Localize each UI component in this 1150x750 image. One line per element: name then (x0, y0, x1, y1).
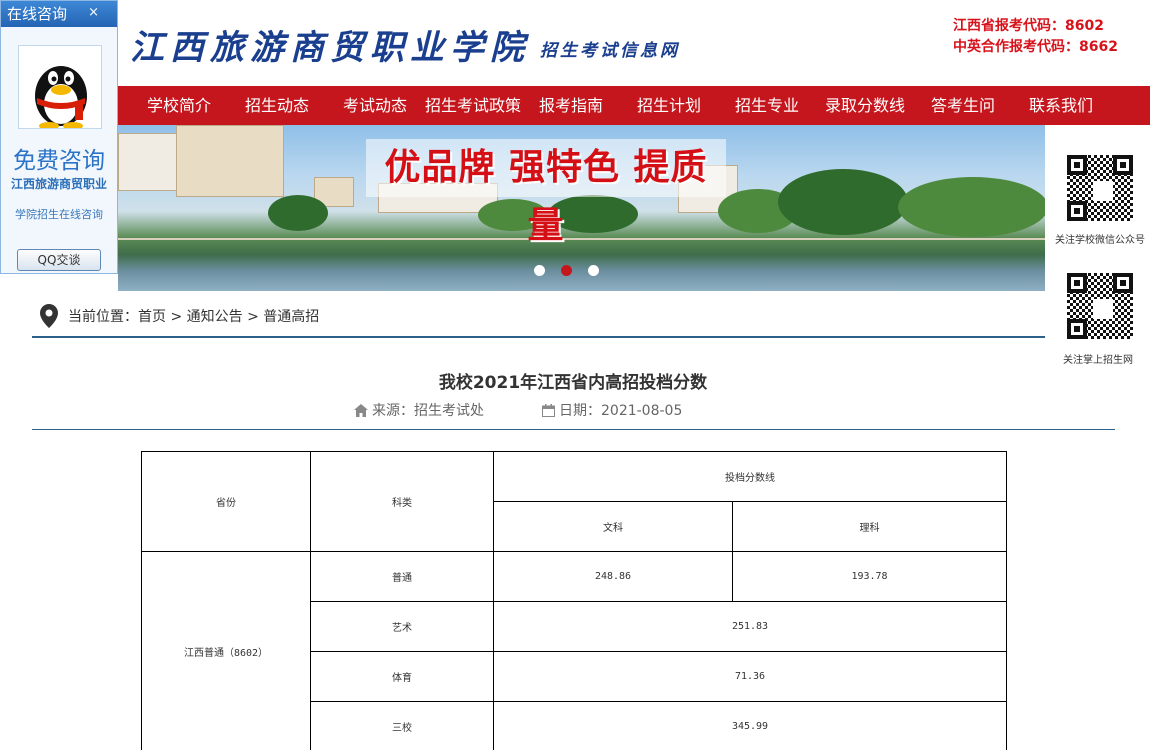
article-title: 我校2021年江西省内高招投档分数 (438, 373, 708, 393)
score-table: 省份 科类 投档分数线 文科 理科 江西普通（8602） 普通 248.86 1… (141, 451, 1007, 750)
nav-item-enroll-plan[interactable]: 招生计划 (637, 86, 701, 125)
article-source: 来源：招生考试处 (354, 400, 484, 420)
category-cell: 普通 (310, 551, 494, 602)
arts-score-cell: 248.86 (493, 551, 733, 602)
header-science: 理科 (732, 501, 1007, 552)
qr-finder (1067, 155, 1087, 175)
site-logo-subtitle: 招生考试信息网 (540, 41, 680, 61)
header-category: 科类 (310, 451, 494, 552)
main-nav: 学校简介 招生动态 考试动态 招生考试政策 报考指南 招生计划 招生专业 录取分… (118, 86, 1150, 125)
article-divider (32, 429, 1115, 430)
qr-finder (1067, 319, 1087, 339)
merged-score-cell: 251.83 (493, 601, 1007, 652)
tree-shape (778, 169, 908, 235)
slide-dot-1[interactable] (534, 265, 545, 276)
free-consult-heading: 免费咨询 (13, 148, 105, 174)
qr-finder (1067, 201, 1087, 221)
nav-item-admission-news[interactable]: 招生动态 (245, 86, 309, 125)
qr-center-logo (1093, 299, 1113, 319)
close-icon[interactable]: × (88, 0, 99, 26)
breadcrumb-text[interactable]: 当前位置：首页 > 通知公告 > 普通高招 (68, 306, 319, 326)
science-score-cell: 193.78 (732, 551, 1007, 602)
nav-item-cutoff-scores[interactable]: 录取分数线 (825, 86, 905, 125)
slide-dot-2[interactable] (561, 265, 572, 276)
province-cell: 江西普通（8602） (141, 551, 311, 750)
sino-british-code: 中英合作报考代码：8662 (953, 39, 1118, 55)
category-cell: 三校 (310, 701, 494, 750)
banner-slogan: 优品牌 强特色 提质量 (366, 139, 726, 246)
building-shape (176, 125, 284, 197)
location-pin-icon (40, 304, 58, 328)
wechat-qr-caption: 关注学校微信公众号 (1055, 235, 1145, 246)
building-shape (118, 133, 180, 191)
qq-penguin-icon (18, 45, 102, 129)
article-date: 日期：2021-08-05 (542, 400, 682, 420)
qq-panel-header: 在线咨询 × (1, 1, 117, 27)
qq-panel-title: 在线咨询 (7, 5, 68, 23)
article-source-text: 来源：招生考试处 (372, 403, 484, 419)
nav-item-majors[interactable]: 招生专业 (735, 86, 799, 125)
header-province: 省份 (141, 451, 311, 552)
campus-banner[interactable]: 优品牌 强特色 提质量 (118, 125, 1045, 291)
breadcrumb: 当前位置：首页 > 通知公告 > 普通高招 (32, 294, 1045, 338)
qq-consult-panel: 在线咨询 × 免费咨询 江西旅游商贸职业 学院招生在线咨询 QQ交谈 (0, 0, 118, 274)
nav-item-faq[interactable]: 答考生问 (931, 86, 995, 125)
merged-score-cell: 345.99 (493, 701, 1007, 750)
header-score-line: 投档分数线 (493, 451, 1007, 502)
wechat-qr-code (1064, 152, 1136, 224)
nav-item-exam-policy[interactable]: 招生考试政策 (425, 86, 521, 125)
home-icon (354, 404, 368, 417)
jiangxi-code: 江西省报考代码：8602 (953, 18, 1104, 34)
category-cell: 艺术 (310, 601, 494, 652)
qr-finder (1113, 155, 1133, 175)
nav-item-exam-news[interactable]: 考试动态 (343, 86, 407, 125)
site-header: 江西旅游商贸职业学院 招生考试信息网 江西省报考代码：8602 中英合作报考代码… (0, 0, 1150, 86)
slide-dot-3[interactable] (588, 265, 599, 276)
article-date-text: 日期：2021-08-05 (559, 403, 683, 419)
tree-shape (268, 195, 328, 231)
nav-item-contact[interactable]: 联系我们 (1029, 86, 1093, 125)
tree-shape (898, 177, 1045, 237)
shoreline (118, 238, 1045, 240)
site-logo-title[interactable]: 江西旅游商贸职业学院 (130, 20, 530, 69)
calendar-icon (542, 404, 555, 417)
qq-panel-line2: 学院招生在线咨询 (15, 208, 103, 221)
qr-center-logo (1093, 181, 1113, 201)
qr-finder (1067, 273, 1087, 293)
qr-finder (1113, 273, 1133, 293)
apply-codes: 江西省报考代码：8602 中英合作报考代码：8662 (953, 16, 1118, 58)
nav-item-apply-guide[interactable]: 报考指南 (539, 86, 603, 125)
qq-panel-line1: 江西旅游商贸职业 (10, 177, 107, 191)
merged-score-cell: 71.36 (493, 651, 1007, 702)
nav-item-school-intro[interactable]: 学校简介 (147, 86, 211, 125)
qq-chat-button[interactable]: QQ交谈 (17, 249, 101, 271)
category-cell: 体育 (310, 651, 494, 702)
mobile-site-qr-code (1064, 270, 1136, 342)
mobile-qr-caption: 关注掌上招生网 (1063, 355, 1133, 366)
header-arts: 文科 (493, 501, 733, 552)
